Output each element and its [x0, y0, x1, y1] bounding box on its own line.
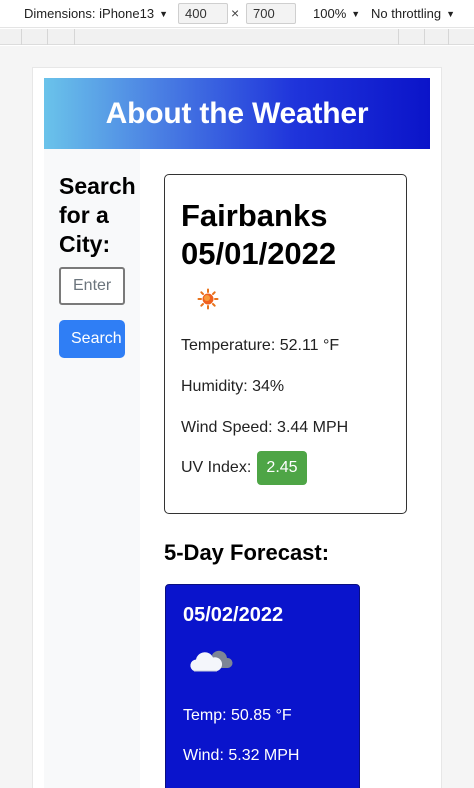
throttling-label: No throttling [371, 6, 442, 21]
throttling-dropdown[interactable]: No throttling ▼ [371, 6, 455, 21]
zoom-dropdown[interactable]: 100% ▼ [313, 6, 360, 21]
temperature-text: Temperature: 52.11 °F [181, 337, 340, 354]
media-query-bar[interactable] [0, 29, 474, 45]
media-query-segment[interactable] [0, 29, 22, 45]
devtools-toolbar: Dimensions: iPhone13 ▼ 400 × 700 100% ▼ No… [0, 0, 474, 28]
forecast-wind: Wind: 5.32 MPH [183, 747, 300, 764]
device-viewport: About the Weather Search for a City: Ent… [33, 68, 441, 788]
width-input[interactable]: 400 [178, 3, 228, 24]
page-title: About the Weather [105, 96, 369, 130]
forecast-card: 05/02/2022 Temp: 50.85 °F Wind: 5.32 MPH [165, 584, 360, 788]
city-name: Fairbanks [181, 198, 328, 233]
forecast-temp: Temp: 50.85 °F [183, 707, 292, 724]
media-query-segment[interactable] [425, 29, 449, 45]
humidity-text: Humidity: 34% [181, 378, 285, 395]
chevron-down-icon: ▼ [159, 9, 168, 19]
forecast-date: 05/02/2022 [183, 604, 284, 626]
search-heading: Search for a City: [59, 173, 136, 257]
forecast-heading: 5-Day Forecast: [164, 540, 330, 565]
chevron-down-icon: ▼ [351, 9, 361, 19]
device-label: Dimensions: iPhone13 [24, 6, 155, 21]
dimension-separator: × [231, 5, 240, 21]
chevron-down-icon: ▼ [446, 9, 456, 19]
search-sidebar: Search for a City: Enter Search [44, 149, 140, 788]
uv-index-label: UV Index: [181, 459, 252, 476]
city-search-input[interactable]: Enter [59, 267, 125, 305]
current-date: 05/01/2022 [181, 236, 337, 271]
height-input[interactable]: 700 [246, 3, 296, 24]
wind-speed-text: Wind Speed: 3.44 MPH [181, 419, 349, 436]
current-weather-title: Fairbanks 05/01/2022 [181, 197, 336, 273]
current-weather-card: Fairbanks 05/01/2022 Temperature: 52.11 … [164, 174, 407, 514]
search-button[interactable]: Search [59, 320, 125, 358]
media-query-segment[interactable] [22, 29, 48, 45]
zoom-label: 100% [313, 6, 347, 21]
header-banner: About the Weather [44, 78, 430, 149]
device-dropdown[interactable]: Dimensions: iPhone13 ▼ [24, 6, 168, 21]
media-query-segment[interactable] [75, 29, 399, 45]
uv-index-badge: 2.45 [257, 451, 307, 485]
sun-icon [197, 288, 219, 310]
media-query-segment[interactable] [48, 29, 75, 45]
cloud-icon [190, 650, 233, 672]
media-query-segment[interactable] [399, 29, 425, 45]
